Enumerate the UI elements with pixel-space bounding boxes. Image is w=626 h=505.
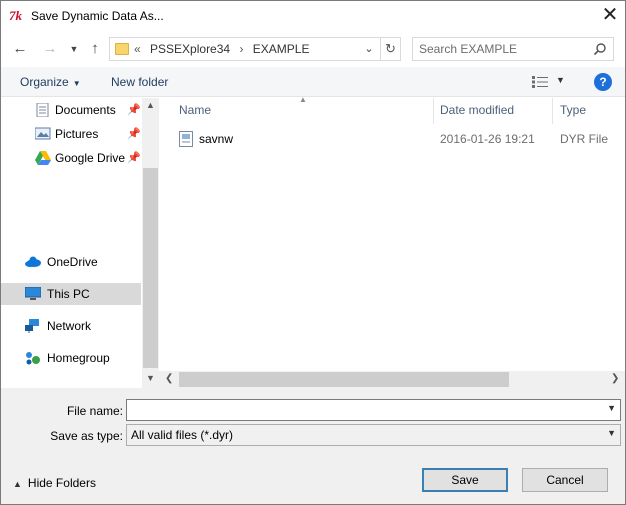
save-as-type-label: Save as type: — [50, 429, 123, 443]
breadcrumb: « PSSEXplore34 › EXAMPLE — [134, 42, 315, 56]
nav-item-onedrive[interactable]: OneDrive — [1, 251, 141, 273]
hide-folders-button[interactable]: ▲ Hide Folders — [13, 476, 96, 490]
column-header-name[interactable]: Name — [179, 103, 211, 117]
nav-label-google-drive: Google Drive — [55, 151, 126, 165]
sort-indicator-icon: ▲ — [299, 95, 307, 104]
pin-icon: 📌 — [127, 104, 141, 116]
nav-label-onedrive: OneDrive — [47, 255, 98, 269]
cancel-button[interactable]: Cancel — [522, 468, 608, 492]
view-details-icon[interactable] — [532, 76, 548, 88]
organize-caret-icon: ▼ — [72, 79, 81, 88]
refresh-icon[interactable]: ↻ — [380, 38, 400, 60]
onedrive-icon — [25, 256, 41, 267]
nav-label-network: Network — [47, 319, 92, 333]
file-type: DYR File — [560, 132, 609, 146]
breadcrumb-overflow[interactable]: « — [134, 42, 141, 56]
recent-locations-chevron-icon[interactable]: ▼ — [65, 39, 83, 59]
title-bar: 7k Save Dynamic Data As... ✕ — [1, 1, 625, 31]
nav-label-homegroup: Homegroup — [47, 351, 110, 365]
close-button[interactable]: ✕ — [599, 5, 621, 27]
this-pc-icon — [25, 287, 41, 300]
scroll-up-icon[interactable]: ▲ — [142, 100, 159, 110]
address-dropdown-icon[interactable]: ⌄ — [362, 40, 376, 58]
nav-item-google-drive[interactable]: Google Drive 📌 — [1, 147, 141, 169]
nav-label-pictures: Pictures — [55, 127, 99, 141]
scroll-down-icon[interactable]: ▼ — [142, 373, 159, 383]
nav-pane-vertical-scrollbar[interactable]: ▲ ▼ — [142, 98, 159, 388]
scroll-left-icon[interactable]: ❮ — [165, 373, 173, 384]
file-list: ▲ Name Date modified Type savnw 2016-01-… — [159, 95, 625, 371]
column-divider[interactable] — [552, 98, 553, 124]
search-icon[interactable] — [593, 42, 607, 56]
save-as-type-select[interactable]: All valid files (*.dyr) ▼ — [126, 424, 621, 446]
scroll-right-icon[interactable]: ❯ — [611, 373, 619, 384]
address-bar[interactable]: « PSSEXplore34 › EXAMPLE ⌄ ↻ — [109, 37, 401, 61]
file-name-input[interactable] — [131, 402, 591, 418]
google-drive-icon — [35, 151, 51, 165]
file-name-dropdown-icon[interactable]: ▼ — [607, 403, 616, 413]
documents-icon — [36, 103, 49, 117]
homegroup-icon — [26, 352, 40, 365]
folder-icon — [115, 43, 129, 55]
navigation-pane: Documents 📌 Pictures 📌 Google Drive 📌 On… — [1, 98, 159, 388]
forward-arrow-icon[interactable]: → — [41, 39, 59, 59]
file-row[interactable]: savnw 2016-01-26 19:21 DYR File — [169, 128, 625, 150]
column-header-date-modified[interactable]: Date modified — [440, 103, 514, 117]
up-arrow-icon[interactable]: ↑ — [86, 39, 104, 59]
network-icon — [25, 319, 39, 333]
nav-item-this-pc[interactable]: This PC — [1, 283, 141, 305]
nav-label-documents: Documents — [55, 103, 116, 117]
file-name: savnw — [199, 132, 234, 146]
pictures-icon — [35, 127, 51, 140]
file-name-label: File name: — [66, 404, 123, 418]
pin-icon: 📌 — [127, 152, 141, 164]
back-arrow-icon[interactable]: ← — [11, 39, 29, 59]
nav-item-pictures[interactable]: Pictures 📌 — [1, 123, 141, 145]
nav-item-documents[interactable]: Documents 📌 — [1, 99, 141, 121]
dyr-file-icon — [179, 131, 193, 147]
scroll-thumb[interactable] — [179, 372, 509, 387]
breadcrumb-pssexplore34[interactable]: PSSEXplore34 — [150, 42, 230, 56]
breadcrumb-example[interactable]: EXAMPLE — [253, 42, 310, 56]
column-header-type[interactable]: Type — [560, 103, 586, 117]
file-list-horizontal-scrollbar[interactable]: ❮ ❯ — [159, 371, 625, 388]
save-options-panel: File name: ▼ Save as type: All valid fil… — [1, 388, 625, 504]
column-divider[interactable] — [433, 98, 434, 124]
view-options-caret-icon[interactable]: ▼ — [556, 75, 565, 85]
window-title: Save Dynamic Data As... — [31, 9, 164, 23]
save-as-type-dropdown-icon[interactable]: ▼ — [607, 428, 616, 438]
nav-label-this-pc: This PC — [47, 287, 90, 301]
save-dialog: 7k Save Dynamic Data As... ✕ ← → ▼ ↑ « P… — [0, 0, 626, 505]
chevron-up-icon: ▲ — [13, 479, 22, 489]
save-as-type-value: All valid files (*.dyr) — [131, 428, 234, 442]
scroll-thumb[interactable] — [143, 168, 158, 368]
organize-label: Organize — [20, 75, 69, 89]
save-button[interactable]: Save — [422, 468, 508, 492]
breadcrumb-separator[interactable]: › — [239, 42, 243, 56]
tk-app-icon: 7k — [9, 8, 22, 23]
search-box[interactable] — [412, 37, 614, 61]
hide-folders-label: Hide Folders — [27, 476, 96, 490]
file-name-combobox[interactable]: ▼ — [126, 399, 621, 421]
command-bar: Organize ▼ New folder ▼ — [1, 67, 625, 97]
organize-button[interactable]: Organize ▼ — [20, 75, 81, 89]
nav-item-network[interactable]: Network — [1, 315, 141, 337]
search-input[interactable] — [419, 41, 589, 57]
file-date-modified: 2016-01-26 19:21 — [440, 132, 535, 146]
nav-item-homegroup[interactable]: Homegroup — [1, 347, 141, 369]
new-folder-button[interactable]: New folder — [111, 75, 168, 89]
help-icon[interactable]: ? — [594, 73, 612, 91]
pin-icon: 📌 — [127, 128, 141, 140]
